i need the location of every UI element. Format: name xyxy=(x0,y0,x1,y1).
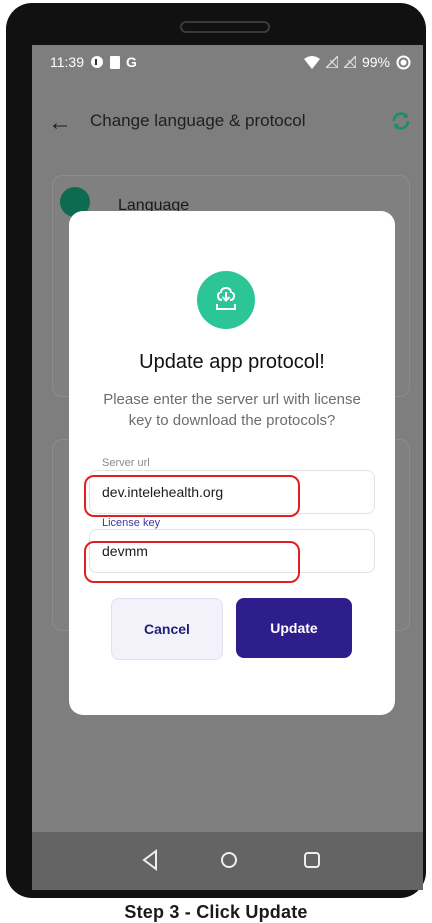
nav-back-icon[interactable] xyxy=(140,849,160,871)
app-bar: ← Change language & protocol xyxy=(32,103,423,143)
nav-recent-icon[interactable] xyxy=(302,850,322,870)
page-title: Change language & protocol xyxy=(90,111,306,130)
earpiece xyxy=(180,21,270,33)
status-icon xyxy=(91,56,103,68)
status-right: 99% xyxy=(303,54,411,70)
update-protocol-dialog: Update app protocol! Please enter the se… xyxy=(69,211,395,715)
back-arrow-icon[interactable]: ← xyxy=(48,109,72,137)
signal-icon-2 xyxy=(343,56,356,68)
status-bar: 11:39 G 99% xyxy=(32,45,423,79)
sim-icon xyxy=(110,55,120,69)
step-caption: Step 3 - Click Update xyxy=(124,902,308,922)
battery-icon xyxy=(396,55,411,69)
battery-percent: 99% xyxy=(361,54,390,70)
nav-home-icon[interactable] xyxy=(219,850,239,870)
phone-screen: 11:39 G 99% ← Change language & protocol… xyxy=(32,45,423,890)
highlight-license-key xyxy=(84,541,300,583)
dialog-title: Update app protocol! xyxy=(139,351,325,373)
refresh-icon[interactable] xyxy=(387,107,415,135)
signal-icon xyxy=(325,56,338,68)
dialog-message: Please enter the server url with license… xyxy=(103,391,361,429)
license-key-label: License key xyxy=(102,517,161,529)
download-icon xyxy=(197,271,255,329)
highlight-server-url xyxy=(84,475,300,517)
navigation-bar xyxy=(32,832,423,890)
device-frame: 11:39 G 99% ← Change language & protocol… xyxy=(6,3,426,898)
wifi-icon xyxy=(303,55,320,69)
cancel-button[interactable]: Cancel xyxy=(111,598,223,660)
google-icon: G xyxy=(126,54,137,70)
update-button[interactable]: Update xyxy=(236,598,352,658)
status-left: 11:39 G xyxy=(50,54,137,70)
server-url-label: Server url xyxy=(102,457,150,469)
status-time: 11:39 xyxy=(50,54,84,70)
